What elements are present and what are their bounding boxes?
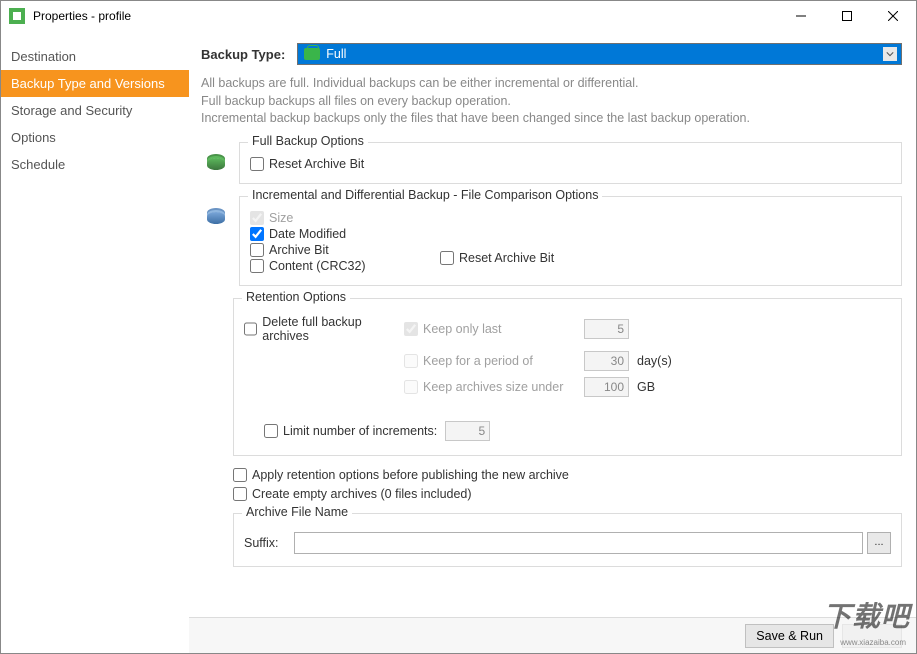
sidebar-item-options[interactable]: Options bbox=[1, 124, 189, 151]
keep-period-checkbox: Keep for a period of bbox=[404, 354, 584, 368]
secondary-button[interactable] bbox=[842, 624, 902, 648]
keep-only-last-checkbox: Keep only last bbox=[404, 322, 584, 336]
backup-type-value: Full bbox=[326, 47, 346, 61]
keep-only-last-input[interactable] bbox=[584, 319, 629, 339]
create-empty-checkbox[interactable]: Create empty archives (0 files included) bbox=[233, 487, 902, 501]
suffix-browse-button[interactable]: ... bbox=[867, 532, 891, 554]
reset-archive-bit-checkbox[interactable]: Reset Archive Bit bbox=[250, 157, 891, 171]
keep-size-checkbox: Keep archives size under bbox=[404, 380, 584, 394]
backup-type-select[interactable]: Full bbox=[297, 43, 902, 65]
delete-full-checkbox[interactable]: Delete full backup archives bbox=[244, 315, 404, 343]
sidebar-item-backup-type[interactable]: Backup Type and Versions bbox=[1, 70, 189, 97]
incremental-options-group: Incremental and Differential Backup - Fi… bbox=[239, 196, 902, 286]
content-checkbox[interactable]: Content (CRC32) bbox=[250, 259, 440, 273]
window-title: Properties - profile bbox=[33, 9, 778, 23]
backup-type-label: Backup Type: bbox=[201, 47, 285, 62]
date-modified-checkbox[interactable]: Date Modified bbox=[250, 227, 440, 241]
apply-before-publish-checkbox[interactable]: Apply retention options before publishin… bbox=[233, 468, 902, 482]
sidebar-item-destination[interactable]: Destination bbox=[1, 43, 189, 70]
minimize-button[interactable] bbox=[778, 1, 824, 31]
full-backup-disk-icon bbox=[207, 158, 229, 170]
sidebar-item-storage[interactable]: Storage and Security bbox=[1, 97, 189, 124]
content-panel: Backup Type: Full All backups are full. … bbox=[189, 31, 916, 653]
reset-archive-bit-2-checkbox[interactable]: Reset Archive Bit bbox=[440, 251, 554, 265]
close-button[interactable] bbox=[870, 1, 916, 31]
keep-size-unit: GB bbox=[637, 380, 655, 394]
limit-increments-checkbox[interactable]: Limit number of increments: bbox=[264, 424, 437, 438]
description-text: All backups are full. Individual backups… bbox=[201, 75, 902, 128]
limit-increments-input[interactable] bbox=[445, 421, 490, 441]
app-icon bbox=[9, 8, 25, 24]
sidebar-item-schedule[interactable]: Schedule bbox=[1, 151, 189, 178]
suffix-label: Suffix: bbox=[244, 536, 294, 550]
archive-file-name-group: Archive File Name Suffix: ... bbox=[233, 513, 902, 567]
sidebar: Destination Backup Type and Versions Sto… bbox=[1, 31, 189, 653]
full-backup-icon bbox=[304, 48, 320, 60]
retention-options-group: Retention Options Delete full backup arc… bbox=[233, 298, 902, 456]
titlebar: Properties - profile bbox=[1, 1, 916, 31]
window-controls bbox=[778, 1, 916, 31]
chevron-down-icon bbox=[883, 47, 897, 61]
keep-size-input[interactable] bbox=[584, 377, 629, 397]
suffix-input[interactable] bbox=[294, 532, 863, 554]
keep-period-unit: day(s) bbox=[637, 354, 672, 368]
keep-period-input[interactable] bbox=[584, 351, 629, 371]
maximize-button[interactable] bbox=[824, 1, 870, 31]
size-checkbox: Size bbox=[250, 211, 440, 225]
archive-bit-checkbox[interactable]: Archive Bit bbox=[250, 243, 440, 257]
incremental-disk-icon bbox=[207, 212, 229, 224]
save-run-button[interactable]: Save & Run bbox=[745, 624, 834, 648]
bottom-bar: Save & Run bbox=[189, 617, 916, 653]
full-backup-options-group: Full Backup Options Reset Archive Bit bbox=[239, 142, 902, 184]
